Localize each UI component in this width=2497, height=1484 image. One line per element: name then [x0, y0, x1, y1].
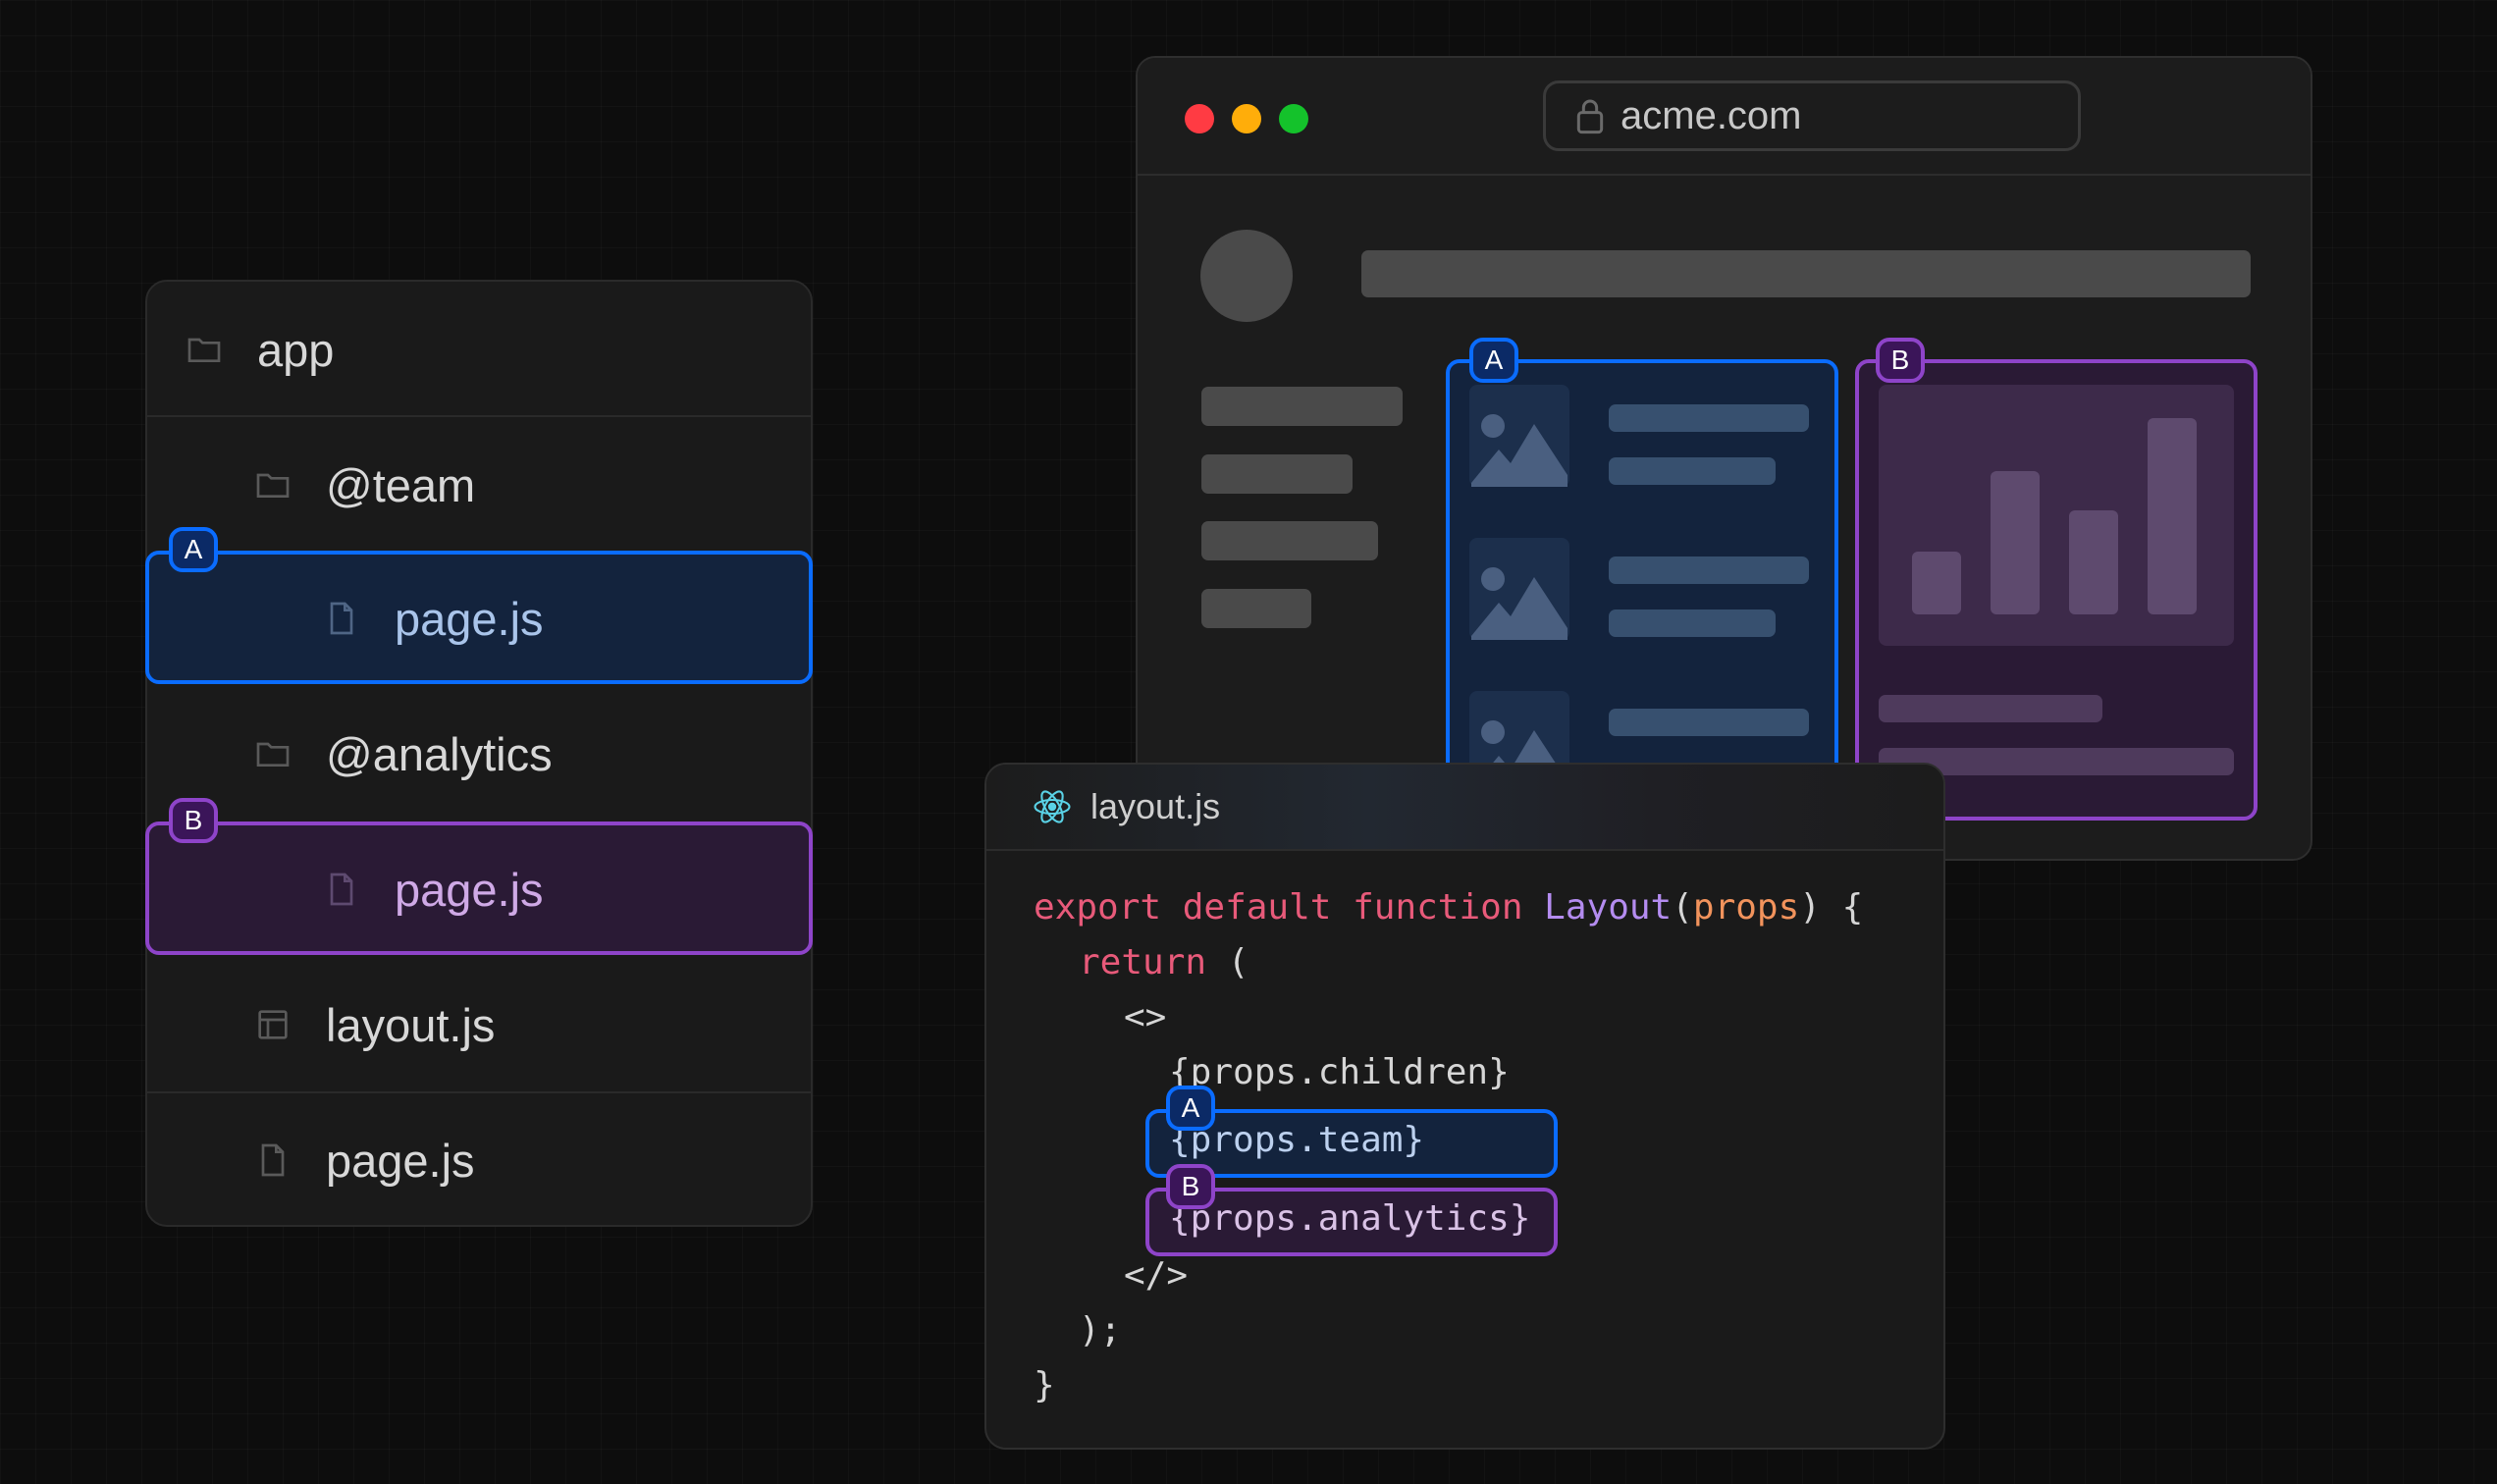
code-editor-panel: layout.js export default function Layout… — [984, 763, 1945, 1450]
url-text: acme.com — [1620, 93, 1802, 137]
code-param: props — [1692, 887, 1800, 928]
bar-placeholder — [2069, 510, 2118, 614]
tree-item-label: page.js — [326, 1134, 475, 1187]
text-line-placeholder — [1879, 695, 2102, 722]
code-line-2: return ( — [1079, 942, 1248, 982]
browser-titlebar: acme.com — [1138, 58, 2311, 176]
react-icon — [1032, 786, 1073, 827]
slot-b-panel — [1855, 359, 2258, 821]
layout-icon — [253, 1005, 292, 1044]
slot-a-badge: A — [1166, 1086, 1215, 1131]
folder-icon — [253, 465, 292, 504]
tree-item-app[interactable]: app — [147, 282, 848, 417]
text-line-placeholder — [1609, 404, 1809, 432]
code-tab-bar: layout.js — [986, 765, 1943, 851]
browser-window: acme.com A B — [1136, 56, 2312, 861]
tree-item-label: page.js — [395, 592, 544, 645]
slot-b-badge: B — [1166, 1164, 1215, 1209]
bar-placeholder — [1912, 552, 1961, 614]
code-line-4: {props.children} — [1169, 1052, 1510, 1092]
text-line-placeholder — [1609, 610, 1776, 637]
nav-item-placeholder — [1201, 521, 1378, 560]
code-line-6: {props.analytics} — [1169, 1198, 1531, 1239]
minimize-window-button[interactable] — [1232, 104, 1261, 133]
tree-item-label: @analytics — [326, 727, 553, 780]
image-placeholder-icon — [1469, 385, 1569, 487]
code-punct: ( — [1206, 942, 1249, 982]
tree-item-analytics-page[interactable]: page.js — [147, 822, 985, 957]
address-bar[interactable]: acme.com — [1543, 80, 2081, 151]
slot-a-badge: A — [169, 527, 218, 572]
tree-item-layout[interactable]: layout.js — [147, 957, 917, 1092]
code-filename[interactable]: layout.js — [1090, 786, 1220, 827]
bar-placeholder — [1991, 471, 2040, 614]
code-line-8: ); — [1079, 1310, 1122, 1351]
tree-item-label: layout.js — [326, 998, 496, 1051]
tree-item-team[interactable]: @team — [147, 417, 917, 553]
bar-placeholder — [2148, 418, 2197, 614]
file-icon — [322, 870, 361, 909]
code-line-9: } — [1034, 1365, 1055, 1405]
text-line-placeholder — [1609, 709, 1809, 736]
file-icon — [322, 599, 361, 638]
lock-icon — [1573, 96, 1607, 135]
code-line-7: </> — [1124, 1255, 1189, 1296]
avatar-placeholder — [1200, 230, 1293, 322]
folder-icon — [253, 734, 292, 773]
tree-item-label: app — [257, 323, 335, 376]
slot-b-badge: B — [1876, 338, 1925, 383]
code-function-name: Layout — [1544, 887, 1673, 928]
maximize-window-button[interactable] — [1279, 104, 1308, 133]
slot-b-badge: B — [169, 798, 218, 843]
tree-item-analytics[interactable]: @analytics — [147, 686, 917, 822]
header-bar-placeholder — [1361, 250, 2251, 297]
code-line-1: export default function Layout(props) { — [1034, 887, 1863, 928]
code-keyword: return — [1079, 942, 1207, 982]
close-window-button[interactable] — [1185, 104, 1214, 133]
code-line-3: <> — [1124, 997, 1167, 1037]
file-icon — [253, 1140, 292, 1180]
code-punct: ) { — [1799, 887, 1864, 928]
chart-placeholder — [1879, 385, 2234, 646]
nav-item-placeholder — [1201, 454, 1353, 494]
nav-item-placeholder — [1201, 589, 1311, 628]
code-punct: ( — [1672, 887, 1693, 928]
code-keyword: export default function — [1034, 887, 1545, 928]
tree-item-label: @team — [326, 458, 476, 511]
tree-item-root-page[interactable]: page.js — [147, 1092, 917, 1228]
file-tree-panel: app @team page.js A @analytics page.js B… — [145, 280, 813, 1227]
nav-item-placeholder — [1201, 387, 1403, 426]
slot-a-badge: A — [1469, 338, 1518, 383]
text-line-placeholder — [1609, 556, 1809, 584]
image-placeholder-icon — [1469, 538, 1569, 640]
folder-icon — [185, 330, 224, 369]
tree-item-team-page[interactable]: page.js — [147, 551, 985, 686]
tree-item-label: page.js — [395, 863, 544, 916]
text-line-placeholder — [1609, 457, 1776, 485]
